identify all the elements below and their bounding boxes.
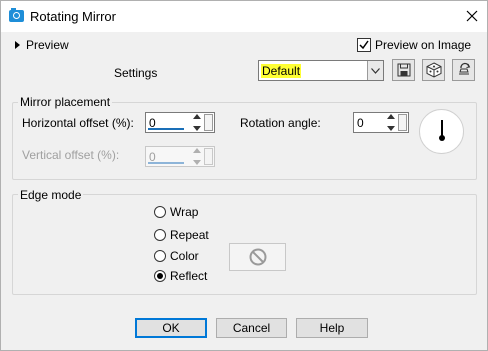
radio-wrap[interactable]: Wrap — [154, 205, 198, 219]
radio-reflect[interactable]: Reflect — [154, 269, 207, 283]
close-icon — [466, 10, 478, 22]
chevron-down-icon — [371, 67, 380, 74]
vertical-offset-spinner: 0 — [145, 146, 215, 167]
radio-repeat[interactable]: Repeat — [154, 228, 209, 242]
spin-up-icon — [193, 148, 201, 153]
slider-track[interactable] — [148, 128, 184, 130]
reset-stamp-icon — [458, 62, 470, 75]
floppy-disk-icon — [397, 63, 410, 77]
window-title: Rotating Mirror — [30, 9, 116, 24]
preview-label: Preview — [26, 38, 69, 52]
checkmark-icon — [359, 40, 369, 50]
radio-repeat-button[interactable] — [154, 229, 166, 241]
preset-dropdown[interactable]: Default — [258, 60, 384, 81]
radio-color-label: Color — [170, 249, 199, 263]
radio-reflect-button[interactable] — [154, 270, 166, 282]
title-bar: Rotating Mirror — [1, 1, 487, 32]
horizontal-offset-label: Horizontal offset (%): — [22, 116, 134, 130]
no-entry-icon — [249, 248, 266, 266]
radio-wrap-label: Wrap — [170, 205, 199, 219]
preview-on-image-checkbox[interactable]: Preview on Image — [357, 38, 471, 52]
color-swatch-button — [229, 243, 286, 271]
preset-value: Default — [261, 64, 302, 78]
horizontal-offset-label-text: Horizontal offset (%): — [22, 116, 134, 130]
spin-down-icon[interactable] — [193, 126, 201, 131]
cancel-button[interactable]: Cancel — [216, 318, 287, 338]
checkbox-box[interactable] — [357, 38, 371, 52]
ok-button[interactable]: OK — [135, 318, 207, 338]
horizontal-offset-spinner[interactable]: 0 — [145, 112, 215, 133]
rotation-dial[interactable] — [419, 109, 464, 154]
radio-reflect-label: Reflect — [170, 269, 208, 283]
randomize-button[interactable] — [422, 59, 445, 81]
spin-dropdown-button — [204, 148, 213, 165]
spin-dropdown-button[interactable] — [398, 114, 407, 131]
rotation-angle-label: Rotation angle: — [240, 116, 321, 130]
spin-up-icon[interactable] — [387, 114, 395, 119]
radio-color[interactable]: Color — [154, 249, 199, 263]
radio-wrap-button[interactable] — [154, 206, 166, 218]
radio-color-button[interactable] — [154, 250, 166, 262]
preview-expander[interactable]: Preview — [15, 38, 69, 52]
preview-on-image-label: Preview on Image — [375, 38, 472, 52]
slider-track — [148, 162, 184, 164]
reset-button[interactable] — [452, 59, 475, 81]
spin-up-icon[interactable] — [193, 114, 201, 119]
radio-repeat-label: Repeat — [170, 228, 209, 242]
dropdown-button[interactable] — [367, 61, 383, 80]
mirror-placement-title: Mirror placement — [18, 95, 113, 109]
edge-mode-title: Edge mode — [18, 188, 84, 202]
vertical-offset-label: Vertical offset (%): — [22, 148, 120, 162]
rotation-angle-spinner[interactable]: 0 — [353, 112, 409, 133]
settings-label: Settings — [114, 66, 158, 80]
close-button[interactable] — [459, 4, 485, 28]
dialog-window: Rotating Mirror Preview Preview on Image… — [0, 0, 488, 351]
spin-arrows[interactable] — [387, 114, 396, 131]
expand-arrow-icon — [15, 41, 20, 49]
spin-dropdown-button[interactable] — [204, 114, 213, 131]
save-preset-button[interactable] — [392, 59, 415, 81]
rotation-angle-value[interactable]: 0 — [357, 116, 364, 130]
dial-knob — [439, 135, 445, 141]
spin-arrows — [193, 148, 202, 165]
spin-arrows[interactable] — [193, 114, 202, 131]
help-button[interactable]: Help — [296, 318, 368, 338]
spin-down-icon[interactable] — [387, 126, 395, 131]
camera-icon — [9, 8, 24, 22]
dice-icon — [426, 62, 441, 78]
spin-down-icon — [193, 160, 201, 165]
